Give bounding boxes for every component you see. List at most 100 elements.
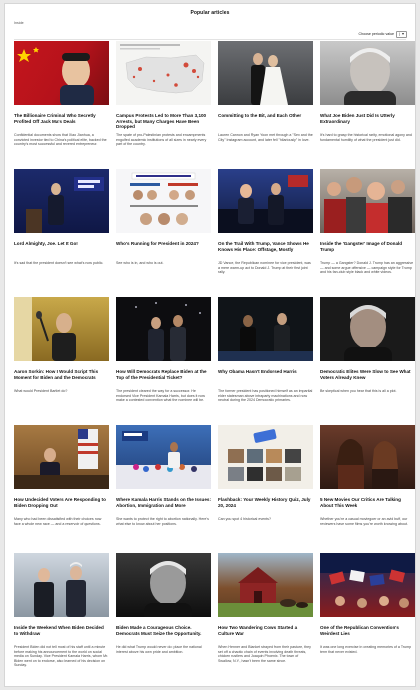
article-title[interactable]: Biden Made a Courageous Choice. Democrat… xyxy=(116,625,211,642)
article-summary: Be skeptical when you hear that this is … xyxy=(320,389,397,393)
article-title[interactable]: Aaron Sorkin: How I Would Script This Mo… xyxy=(14,369,109,386)
article-title[interactable]: On the Trail With Trump, Vance Shows He … xyxy=(218,241,313,258)
article-card[interactable]: Where Kamala Harris Stands on the Issues… xyxy=(116,425,211,552)
article-image[interactable] xyxy=(116,553,211,617)
article-summary: Confidential documents show that Xiao Ji… xyxy=(14,133,107,147)
article-card[interactable]: Democratic Elites Were Slow to See What … xyxy=(320,297,415,424)
rally-crowd-icon xyxy=(218,175,313,233)
article-title[interactable]: 5 New Movies Our Critics Are Talking Abo… xyxy=(320,497,415,514)
article-card[interactable]: Who's Running for President in 2024? See… xyxy=(116,169,211,296)
article-summary: She wants to protect the right to aborti… xyxy=(116,517,209,526)
article-image[interactable] xyxy=(116,297,211,361)
article-title[interactable]: How Two Wandering Cows Started a Culture… xyxy=(218,625,313,642)
article-title[interactable]: Campus Protests Led to More Than 3,100 A… xyxy=(116,113,211,130)
article-card[interactable]: How Undecided Voters Are Responding to B… xyxy=(14,425,109,552)
article-title[interactable]: Lord Almighty, Joe. Let It Go! xyxy=(14,241,109,258)
article-summary: Trump — a Gangster? Donald J. Trump has … xyxy=(320,261,414,275)
article-summary: The president cleared the way for a succ… xyxy=(116,389,206,403)
rally-stage-icon xyxy=(116,431,211,489)
stage-figures-icon xyxy=(135,302,201,361)
period-select-value: | xyxy=(399,32,400,36)
article-title[interactable]: One of the Republican Convention's Weird… xyxy=(320,625,415,642)
article-card[interactable]: 5 New Movies Our Critics Are Talking Abo… xyxy=(320,425,415,552)
portrait-icon xyxy=(344,47,396,105)
wedding-couple-icon xyxy=(251,53,288,105)
article-summary: The spate of pro-Palestinian protests an… xyxy=(116,133,207,147)
article-image[interactable] xyxy=(14,41,109,105)
article-summary: It's hard to grasp the historical rarity… xyxy=(320,133,412,142)
article-title[interactable]: How Will Democrats Replace Biden at the … xyxy=(116,369,211,386)
article-card[interactable]: Why Obama Hasn't Endorsed Harris The for… xyxy=(218,297,313,424)
article-image[interactable] xyxy=(14,425,109,489)
article-card[interactable]: Committing to the Bit, and Each Other La… xyxy=(218,41,313,168)
article-title[interactable]: Why Obama Hasn't Endorsed Harris xyxy=(218,369,313,386)
article-card[interactable]: Inside the 'Gangster' Image of Donald Tr… xyxy=(320,169,415,296)
microphone-icon xyxy=(14,297,76,361)
period-select-label: Choose periodic value xyxy=(358,32,395,36)
article-card[interactable]: What Joe Biden Just Did Is Utterly Extra… xyxy=(320,41,415,168)
article-image[interactable] xyxy=(218,41,313,105)
article-title[interactable]: Democratic Elites Were Slow to See What … xyxy=(320,369,415,386)
article-image[interactable] xyxy=(218,553,313,617)
article-title[interactable]: Flashback: Your Weekly History Quiz, Jul… xyxy=(218,497,313,514)
article-card[interactable]: Aaron Sorkin: How I Would Script This Mo… xyxy=(14,297,109,424)
quiz-grid-icon xyxy=(228,429,301,481)
article-title[interactable]: Committing to the Bit, and Each Other xyxy=(218,113,313,130)
article-title[interactable]: The Billionaire Criminal Who Secretly Pr… xyxy=(14,113,109,130)
article-card[interactable]: One of the Republican Convention's Weird… xyxy=(320,553,415,680)
article-image[interactable] xyxy=(218,425,313,489)
article-title[interactable]: Who's Running for President in 2024? xyxy=(116,241,211,258)
convention-flags-icon xyxy=(320,553,415,608)
flag-office-icon xyxy=(14,429,109,489)
article-title[interactable]: Inside the 'Gangster' Image of Donald Tr… xyxy=(320,241,415,258)
article-image[interactable] xyxy=(116,169,211,233)
article-card[interactable]: The Billionaire Criminal Who Secretly Pr… xyxy=(14,41,109,168)
article-summary: See who is in, and who is out. xyxy=(116,261,164,265)
two-men-icon xyxy=(34,562,86,617)
article-image[interactable] xyxy=(320,169,415,233)
article-image[interactable] xyxy=(14,169,109,233)
article-card[interactable]: Biden Made a Courageous Choice. Democrat… xyxy=(116,553,211,680)
period-select[interactable]: Choose periodic value | xyxy=(358,30,407,38)
flag-portrait-icon xyxy=(17,47,94,105)
article-grid: The Billionaire Criminal Who Secretly Pr… xyxy=(14,41,415,680)
article-image[interactable] xyxy=(320,41,415,105)
page-title: Popular articles xyxy=(190,10,230,16)
article-summary: It was one long exercise in creating mem… xyxy=(320,645,412,654)
article-title[interactable]: Where Kamala Harris Stands on the Issues… xyxy=(116,497,211,514)
chevron-down-icon xyxy=(402,33,404,35)
article-summary: When Henner and Blanket strayed from the… xyxy=(218,645,311,663)
divider xyxy=(14,39,406,40)
article-card[interactable]: How Two Wandering Cows Started a Culture… xyxy=(218,553,313,680)
article-summary: Can you spot 4 historical events? xyxy=(218,517,271,521)
article-image[interactable] xyxy=(320,553,415,617)
crowd-icon xyxy=(324,177,412,233)
article-card[interactable]: Campus Protests Led to More Than 3,100 A… xyxy=(116,41,211,168)
article-card[interactable]: How Will Democrats Replace Biden at the … xyxy=(116,297,211,424)
article-card[interactable]: Flashback: Your Weekly History Quiz, Jul… xyxy=(218,425,313,552)
article-image[interactable] xyxy=(218,169,313,233)
article-card[interactable]: Lord Almighty, Joe. Let It Go! It's sad … xyxy=(14,169,109,296)
article-summary: Whether you're a casual moviegoer or an … xyxy=(320,517,408,526)
candidates-graphic-icon xyxy=(130,172,198,225)
article-image[interactable] xyxy=(116,425,211,489)
map-chart-icon xyxy=(120,44,205,94)
barn-cows-icon xyxy=(218,567,313,617)
portrait-dark-icon xyxy=(344,305,392,361)
article-image[interactable] xyxy=(218,297,313,361)
article-summary: JD Vance, the Republican nominee for vic… xyxy=(218,261,311,275)
article-image[interactable] xyxy=(116,41,211,105)
article-card[interactable]: Inside the Weekend When Biden Decided to… xyxy=(14,553,109,680)
article-image[interactable] xyxy=(320,297,415,361)
period-select-box[interactable]: | xyxy=(396,30,407,38)
article-card[interactable]: On the Trail With Trump, Vance Shows He … xyxy=(218,169,313,296)
article-image[interactable] xyxy=(14,553,109,617)
article-title[interactable]: Inside the Weekend When Biden Decided to… xyxy=(14,625,109,642)
article-image[interactable] xyxy=(320,425,415,489)
article-summary: He did what Trump would never do: place … xyxy=(116,645,202,654)
breadcrumb[interactable]: Inside xyxy=(14,21,24,25)
article-title[interactable]: What Joe Biden Just Did Is Utterly Extra… xyxy=(320,113,415,130)
article-summary: It's sad that the president doesn't see … xyxy=(14,261,104,265)
article-image[interactable] xyxy=(14,297,109,361)
article-title[interactable]: How Undecided Voters Are Responding to B… xyxy=(14,497,109,514)
